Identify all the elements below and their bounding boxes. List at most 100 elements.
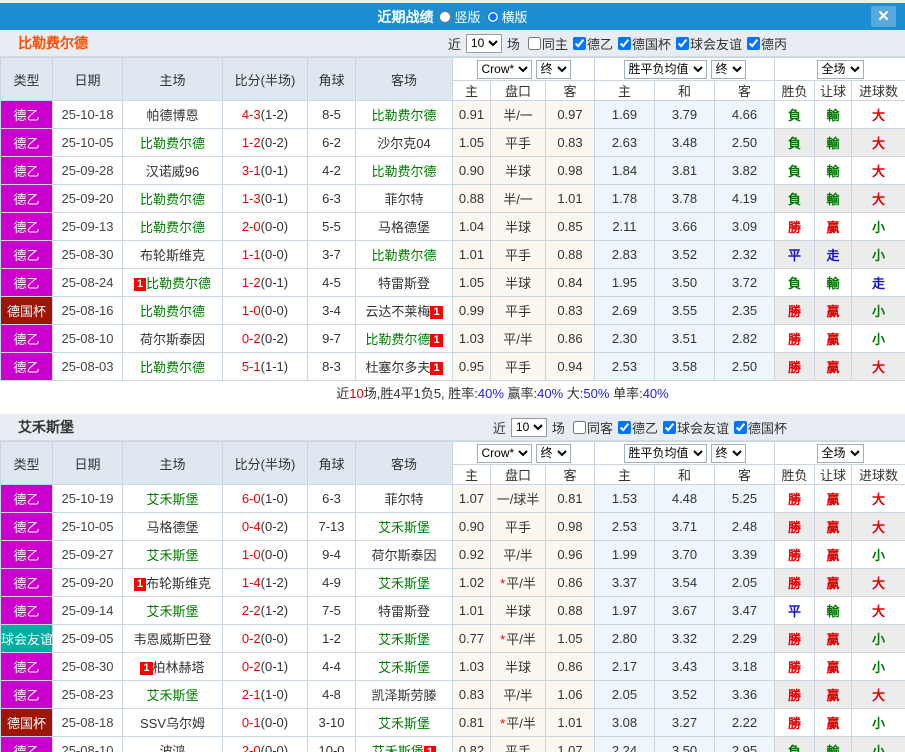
- avg-home: 3.08: [595, 709, 655, 737]
- odds-away: 0.86: [546, 653, 595, 681]
- home-team-cell: 艾禾斯堡: [123, 541, 223, 569]
- summary-segment: 场,胜4平1负5, 胜率:: [364, 386, 478, 401]
- odds-source-select[interactable]: Crow*: [477, 60, 532, 79]
- avg-away: 3.39: [715, 541, 775, 569]
- home-team: 比勒费尔德: [140, 192, 205, 207]
- halftime-score: (0-1): [261, 659, 288, 674]
- matches-table-1: 类型日期主场比分(半场)角球客场Crow*终胜平负均值终全场主盘口客主和客胜负让…: [0, 57, 905, 381]
- sub-column-header: 客: [715, 465, 775, 485]
- match-date: 25-08-03: [53, 353, 123, 381]
- checkbox[interactable]: [528, 37, 541, 50]
- filter-checkbox-3[interactable]: 德国杯: [734, 418, 787, 437]
- odds-source-select[interactable]: Crow*: [477, 444, 532, 463]
- avg-away: 3.09: [715, 213, 775, 241]
- corner-cell: 4-2: [308, 157, 356, 185]
- corner-cell: 4-9: [308, 569, 356, 597]
- filter-checkbox-2[interactable]: 德国杯: [618, 34, 671, 53]
- halftime-score: (0-0): [261, 631, 288, 646]
- summary-segment: 50%: [583, 386, 609, 401]
- sub-column-header: 主: [453, 81, 491, 101]
- summary-segment: 单率:: [609, 386, 642, 401]
- scope-select[interactable]: 全场: [817, 444, 864, 463]
- home-team: 荷尔斯泰因: [140, 332, 205, 347]
- goals-result-cell: 小: [852, 709, 905, 737]
- checkbox[interactable]: [573, 421, 586, 434]
- handicap-result-cell: 輸: [815, 185, 852, 213]
- halftime-score: (0-1): [261, 163, 288, 178]
- goals-result-cell: 小: [852, 297, 905, 325]
- filter-controls: 近10场同主德乙德国杯球会友谊德丙: [445, 34, 787, 53]
- handicap-result-cell: 贏: [815, 541, 852, 569]
- halftime-score: (0-0): [261, 303, 288, 318]
- handicap: 平手: [491, 129, 546, 157]
- scope-header-group: 全场: [775, 58, 905, 81]
- radio-label: 横版: [502, 7, 528, 26]
- odds-final-select[interactable]: 终: [536, 444, 571, 463]
- avg-final-select[interactable]: 终: [711, 444, 746, 463]
- filter-checkbox-1[interactable]: 德乙: [573, 34, 613, 53]
- result-cell: 負: [775, 185, 815, 213]
- handicap: 平手: [491, 353, 546, 381]
- away-team: 艾禾斯堡: [372, 744, 424, 752]
- layout-option-vertical[interactable]: 竖版: [439, 7, 480, 26]
- match-date: 25-08-23: [53, 681, 123, 709]
- odds-away: 0.86: [546, 325, 595, 353]
- filter-checkbox-0[interactable]: 同主: [528, 34, 568, 53]
- odds-final-select[interactable]: 终: [536, 60, 571, 79]
- checkbox[interactable]: [734, 421, 747, 434]
- close-button[interactable]: ✕: [871, 6, 896, 27]
- recent-count-select[interactable]: 10: [511, 418, 547, 437]
- recent-count-select[interactable]: 10: [466, 34, 502, 53]
- odds-home: 1.01: [453, 241, 491, 269]
- odds-home: 0.82: [453, 737, 491, 752]
- away-team-cell: 沙尔克04: [356, 129, 453, 157]
- handicap: 半/一: [491, 101, 546, 129]
- handicap-result-cell: 贏: [815, 625, 852, 653]
- odds-header-group: Crow*终: [453, 58, 595, 81]
- league-type-cell: 德乙: [1, 241, 53, 269]
- filter-checkbox-1[interactable]: 德乙: [618, 418, 658, 437]
- sub-column-header: 胜负: [775, 81, 815, 101]
- checkbox[interactable]: [747, 37, 760, 50]
- avg-home: 2.05: [595, 681, 655, 709]
- result-cell: 勝: [775, 213, 815, 241]
- away-team-cell: 艾禾斯堡: [356, 569, 453, 597]
- checkbox-label: 同主: [542, 34, 568, 53]
- checkbox-label: 德国杯: [632, 34, 671, 53]
- avg-type-select[interactable]: 胜平负均值: [624, 60, 707, 79]
- odds-home: 1.05: [453, 269, 491, 297]
- section-filter-row: 比勒费尔德近10场同主德乙德国杯球会友谊德丙: [0, 30, 905, 57]
- horizontal-radio[interactable]: [487, 11, 499, 23]
- layout-option-horizontal[interactable]: 横版: [487, 7, 528, 26]
- handicap-result-cell: 輸: [815, 101, 852, 129]
- avg-type-select[interactable]: 胜平负均值: [624, 444, 707, 463]
- corner-cell: 6-3: [308, 485, 356, 513]
- checkbox[interactable]: [618, 37, 631, 50]
- avg-away: 2.22: [715, 709, 775, 737]
- away-team: 艾禾斯堡: [378, 632, 430, 647]
- league-type-cell: 德乙: [1, 597, 53, 625]
- filter-checkbox-4[interactable]: 德丙: [747, 34, 787, 53]
- match-row: 德乙25-10-05比勒费尔德1-2(0-2)6-2沙尔克041.05平手0.8…: [1, 129, 905, 157]
- checkbox[interactable]: [663, 421, 676, 434]
- filter-checkbox-2[interactable]: 球会友谊: [663, 418, 729, 437]
- match-row: 德乙25-08-10波鸿2-0(0-0)10-0艾禾斯堡10.82平手1.072…: [1, 737, 905, 752]
- avg-final-select[interactable]: 终: [711, 60, 746, 79]
- home-team: 艾禾斯堡: [146, 688, 198, 703]
- avg-away: 3.82: [715, 157, 775, 185]
- away-team: 沙尔克04: [377, 136, 430, 151]
- home-team: 韦恩威斯巴登: [133, 632, 211, 647]
- checkbox[interactable]: [618, 421, 631, 434]
- filter-checkbox-0[interactable]: 同客: [573, 418, 613, 437]
- scope-select[interactable]: 全场: [817, 60, 864, 79]
- score-cell: 4-3(1-2): [223, 101, 308, 129]
- filter-checkbox-3[interactable]: 球会友谊: [676, 34, 742, 53]
- checkbox[interactable]: [573, 37, 586, 50]
- match-date: 25-10-05: [53, 129, 123, 157]
- vertical-radio[interactable]: [439, 11, 451, 23]
- checkbox[interactable]: [676, 37, 689, 50]
- red-card-badge: 1: [424, 746, 436, 752]
- halftime-score: (0-1): [261, 191, 288, 206]
- matches-table-2: 类型日期主场比分(半场)角球客场Crow*终胜平负均值终全场主盘口客主和客胜负让…: [0, 441, 905, 752]
- avg-home: 2.80: [595, 625, 655, 653]
